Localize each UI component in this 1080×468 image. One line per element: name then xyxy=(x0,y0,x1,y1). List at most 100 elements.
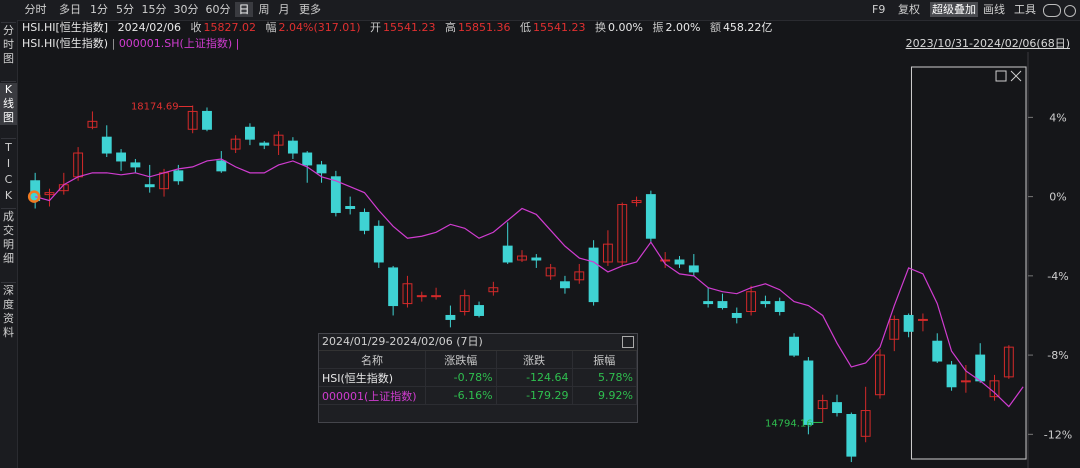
period-tab[interactable]: 5分 xyxy=(113,2,137,17)
row-pct: -6.16% xyxy=(425,386,497,405)
legend-main[interactable]: HSI.HI(恒生指数) xyxy=(22,37,108,50)
candle-body[interactable] xyxy=(502,245,513,263)
candle-body[interactable] xyxy=(216,160,227,172)
toolbar-button[interactable]: 画线 xyxy=(983,2,1005,17)
candle-body[interactable] xyxy=(116,152,127,162)
candle-body[interactable] xyxy=(760,301,771,305)
candle-body[interactable] xyxy=(975,354,986,382)
sidebar-tab[interactable]: 深度资料 xyxy=(0,284,17,340)
chevron-down-icon[interactable] xyxy=(1064,5,1076,17)
low-label: 低 xyxy=(520,21,532,34)
toolbar-button[interactable]: 超级叠加 xyxy=(930,2,978,17)
toolbar: 分时 多日 1分 5分 15分 30分 60分日周月更多 F9 复权 超级叠加 画线 工具 xyxy=(0,0,1080,21)
close-icon[interactable] xyxy=(622,336,634,348)
selection-box[interactable] xyxy=(910,66,1027,460)
candle-body[interactable] xyxy=(717,301,728,309)
low-value: 15541.23 xyxy=(533,21,586,34)
header-amp: 振幅 xyxy=(572,351,638,369)
candle-body[interactable] xyxy=(431,295,442,298)
maximize-icon[interactable] xyxy=(995,70,1007,82)
candle-body[interactable] xyxy=(932,340,943,362)
candle-body[interactable] xyxy=(173,170,184,182)
close-icon[interactable] xyxy=(1010,70,1022,82)
candle-body[interactable] xyxy=(960,380,971,383)
row-chg: -124.64 xyxy=(496,368,573,387)
change-label: 幅 xyxy=(265,21,277,34)
toolbar-button[interactable]: 工具 xyxy=(1014,2,1036,17)
y-tick-label: -8% xyxy=(1047,349,1068,362)
candle-body[interactable] xyxy=(388,267,399,307)
candle-body[interactable] xyxy=(245,126,255,140)
period-tab[interactable]: 月 xyxy=(275,2,293,17)
candle-body[interactable] xyxy=(359,211,370,231)
open-value: 15541.23 xyxy=(383,21,436,34)
period-tab[interactable]: 分时 xyxy=(18,2,53,17)
sidebar-tab[interactable]: TICK xyxy=(0,140,17,204)
y-tick-label: -12% xyxy=(1044,428,1072,441)
candle-body[interactable] xyxy=(560,281,570,289)
period-tab[interactable]: 多日 xyxy=(55,2,85,17)
y-tick-label: 0% xyxy=(1049,191,1066,204)
candle-body[interactable] xyxy=(259,142,270,146)
candle-body[interactable] xyxy=(645,194,656,239)
candle-body[interactable] xyxy=(846,414,857,457)
candle-body[interactable] xyxy=(531,257,542,261)
candle-body[interactable] xyxy=(144,184,155,188)
table-row[interactable]: 000001(上证指数) -6.16% -179.29 9.92% xyxy=(319,386,638,405)
period-tab[interactable]: 日 xyxy=(235,2,253,17)
candle-body[interactable] xyxy=(101,136,112,154)
candle-body[interactable] xyxy=(789,336,799,356)
wechat-icon[interactable] xyxy=(1043,4,1061,17)
sidebar-tab[interactable]: 成交明细 xyxy=(0,210,17,266)
sidebar-divider xyxy=(1,138,16,139)
candle-body[interactable] xyxy=(917,318,928,321)
sidebar-tab[interactable]: K线图 xyxy=(0,83,17,125)
candle-body[interactable] xyxy=(674,259,685,265)
table-header-row: 名称 涨跌幅 涨跌 振幅 xyxy=(319,351,638,369)
legend-overlay[interactable]: 000001.SH(上证指数) xyxy=(119,37,232,50)
candle-body[interactable] xyxy=(588,247,599,303)
open-label: 开 xyxy=(370,21,382,34)
amplitude-label: 振 xyxy=(652,21,664,34)
candle-body[interactable] xyxy=(832,402,842,414)
high-annotation: 18174.69 xyxy=(131,101,179,112)
period-tab[interactable]: 周 xyxy=(255,2,273,17)
candle-body[interactable] xyxy=(445,314,456,320)
toolbar-button[interactable]: 复权 xyxy=(898,2,920,17)
sidebar-tab[interactable]: 分时图 xyxy=(0,24,17,66)
sidebar-divider xyxy=(1,22,16,23)
candle-body[interactable] xyxy=(416,295,427,298)
candle-body[interactable] xyxy=(731,312,742,318)
candle-body[interactable] xyxy=(774,301,785,313)
popup-title: 2024/01/29-2024/02/06 (7日) xyxy=(319,334,637,351)
row-name: HSI(恒生指数) xyxy=(319,368,426,387)
candle-body[interactable] xyxy=(703,301,714,305)
table-row[interactable]: HSI(恒生指数) -0.78% -124.64 5.78% xyxy=(319,368,638,387)
amount-value: 458.22亿 xyxy=(722,21,773,34)
candle-body[interactable] xyxy=(302,152,313,166)
high-value: 15851.36 xyxy=(458,21,511,34)
candle-body[interactable] xyxy=(287,140,298,154)
candle-body[interactable] xyxy=(903,314,914,332)
date-range-selector[interactable]: 2023/10/31-2024/02/06(68日) xyxy=(906,37,1070,51)
period-tab[interactable]: 60分 xyxy=(203,2,233,17)
candle-body[interactable] xyxy=(345,206,356,209)
close-label: 收 xyxy=(190,21,202,34)
candle-body[interactable] xyxy=(803,360,814,425)
row-name: 000001(上证指数) xyxy=(319,386,426,405)
candle-body[interactable] xyxy=(373,225,384,263)
period-tab[interactable]: 30分 xyxy=(171,2,201,17)
candle-body[interactable] xyxy=(316,164,327,174)
candle-body[interactable] xyxy=(130,162,141,168)
stats-table: 名称 涨跌幅 涨跌 振幅 HSI(恒生指数) -0.78% -124.64 5.… xyxy=(319,351,638,405)
range-stats-popup: 2024/01/29-2024/02/06 (7日) 名称 涨跌幅 涨跌 振幅 … xyxy=(318,333,638,423)
toolbar-button[interactable]: F9 xyxy=(872,2,885,17)
candle-body[interactable] xyxy=(474,305,484,316)
candle-body[interactable] xyxy=(202,110,212,130)
period-tab[interactable]: 15分 xyxy=(139,2,169,17)
candle-body[interactable] xyxy=(946,364,957,388)
period-tab[interactable]: 1分 xyxy=(87,2,111,17)
period-tab[interactable]: 更多 xyxy=(295,2,325,17)
candle-body[interactable] xyxy=(688,265,699,273)
y-tick-label: -4% xyxy=(1047,270,1068,283)
